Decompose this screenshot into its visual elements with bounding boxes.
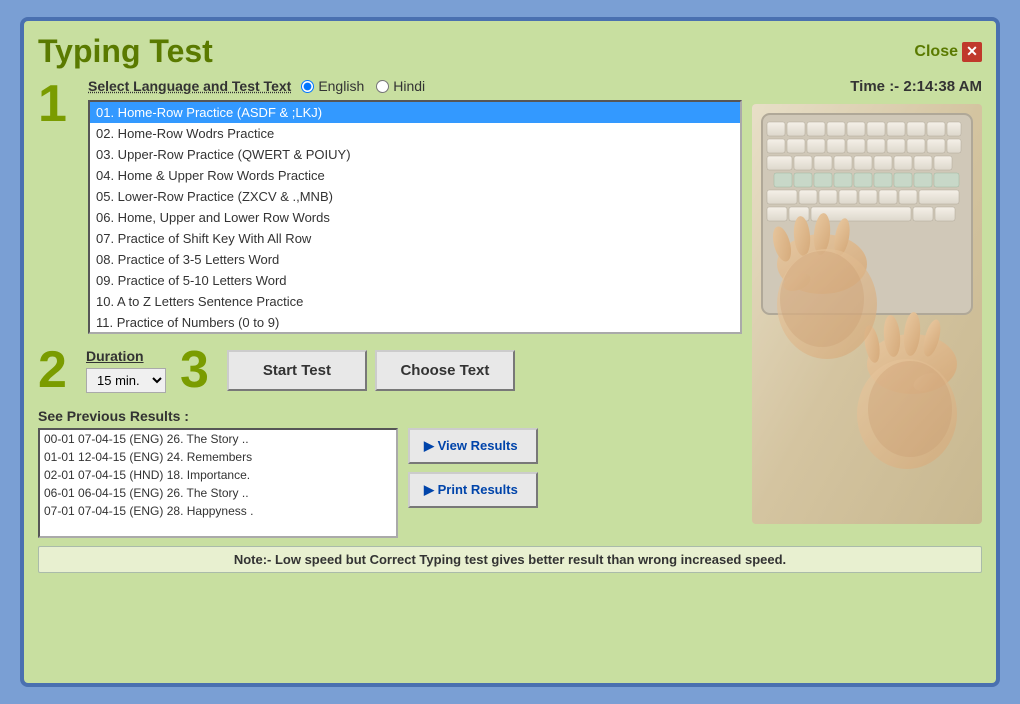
test-list-item[interactable]: 11. Practice of Numbers (0 to 9) <box>90 312 740 332</box>
keyboard-image <box>752 104 982 524</box>
step-2-number: 2 <box>38 344 78 396</box>
english-label: English <box>318 78 364 94</box>
results-list: 00-01 07-04-15 (ENG) 26. The Story ..01-… <box>40 430 396 520</box>
result-list-item: 02-01 07-04-15 (HND) 18. Importance. <box>40 466 396 484</box>
results-section: See Previous Results : 00-01 07-04-15 (E… <box>38 408 742 538</box>
result-list-item: 01-01 12-04-15 (ENG) 24. Remembers <box>40 448 396 466</box>
header-row: Typing Test Close ✕ <box>38 33 982 70</box>
app-title: Typing Test <box>38 33 213 70</box>
test-list-item[interactable]: 07. Practice of Shift Key With All Row <box>90 228 740 249</box>
language-radio-group: English Hindi <box>301 78 425 94</box>
test-list-item[interactable]: 03. Upper-Row Practice (QWERT & POIUY) <box>90 144 740 165</box>
test-list-item[interactable]: 01. Home-Row Practice (ASDF & ;LKJ) <box>90 102 740 123</box>
left-panel: 1 Select Language and Test Text English … <box>38 78 742 538</box>
results-label: See Previous Results : <box>38 408 742 424</box>
step-3-number: 3 <box>180 344 209 396</box>
test-list-item[interactable]: 06. Home, Upper and Lower Row Words <box>90 207 740 228</box>
view-results-button[interactable]: ▶ View Results <box>408 428 538 464</box>
duration-label: Duration <box>86 348 144 364</box>
test-list-item[interactable]: 09. Practice of 5-10 Letters Word <box>90 270 740 291</box>
test-list-item[interactable]: 10. A to Z Letters Sentence Practice <box>90 291 740 312</box>
section-2: Duration 5 min.10 min.15 min.20 min.30 m… <box>86 348 166 393</box>
test-list-item[interactable]: 04. Home & Upper Row Words Practice <box>90 165 740 186</box>
results-buttons: ▶ View Results ▶ Print Results <box>408 428 538 508</box>
english-radio[interactable]: English <box>301 78 364 94</box>
choose-text-button[interactable]: Choose Text <box>375 350 515 391</box>
section-1-label: Select Language and Test Text <box>88 78 291 94</box>
result-list-item: 06-01 06-04-15 (ENG) 26. The Story .. <box>40 484 396 502</box>
section-2-3-row: 2 Duration 5 min.10 min.15 min.20 min.30… <box>38 344 742 396</box>
print-results-button[interactable]: ▶ Print Results <box>408 472 538 508</box>
action-buttons: Start Test Choose Text <box>227 350 515 391</box>
test-list-item[interactable]: 05. Lower-Row Practice (ZXCV & .,MNB) <box>90 186 740 207</box>
result-list-item: 07-01 07-04-15 (ENG) 28. Happyness . <box>40 502 396 520</box>
start-test-button[interactable]: Start Test <box>227 350 367 391</box>
time-display: Time :- 2:14:38 AM <box>850 78 982 95</box>
close-label: Close <box>914 43 958 61</box>
section-1-content: Select Language and Test Text English Hi… <box>88 78 742 334</box>
main-window: Typing Test Close ✕ 1 Select Language an… <box>20 17 1000 687</box>
lang-row: Select Language and Test Text English Hi… <box>88 78 742 94</box>
close-icon: ✕ <box>962 42 982 62</box>
test-list-item[interactable]: 08. Practice of 3-5 Letters Word <box>90 249 740 270</box>
step-1-number: 1 <box>38 78 78 130</box>
test-list-item[interactable]: 02. Home-Row Wodrs Practice <box>90 123 740 144</box>
main-content: 1 Select Language and Test Text English … <box>38 78 982 538</box>
result-list-item: 00-01 07-04-15 (ENG) 26. The Story .. <box>40 430 396 448</box>
test-list[interactable]: 01. Home-Row Practice (ASDF & ;LKJ)02. H… <box>90 102 740 332</box>
test-list-container: 01. Home-Row Practice (ASDF & ;LKJ)02. H… <box>88 100 742 334</box>
hindi-label: Hindi <box>393 78 425 94</box>
results-list-container: 00-01 07-04-15 (ENG) 26. The Story ..01-… <box>38 428 398 538</box>
close-button[interactable]: Close ✕ <box>914 42 982 62</box>
section-1: 1 Select Language and Test Text English … <box>38 78 742 334</box>
duration-select[interactable]: 5 min.10 min.15 min.20 min.30 min. <box>86 368 166 393</box>
hindi-radio[interactable]: Hindi <box>376 78 425 94</box>
right-column: Time :- 2:14:38 AM <box>752 78 982 538</box>
footer-note: Note:- Low speed but Correct Typing test… <box>38 546 982 573</box>
results-bottom-row: 00-01 07-04-15 (ENG) 26. The Story ..01-… <box>38 428 742 538</box>
